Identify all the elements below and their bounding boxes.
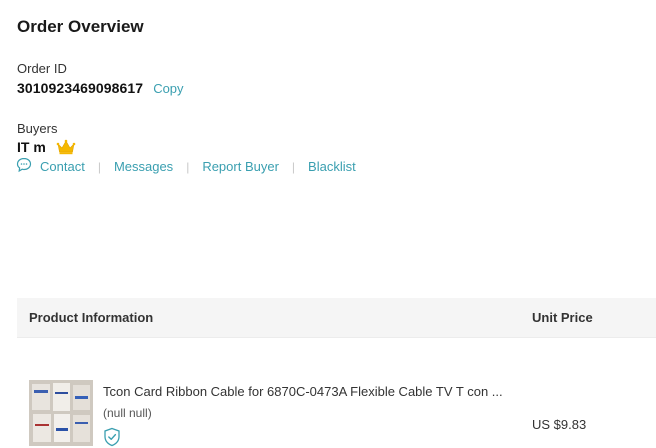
contact-link[interactable]: Contact — [40, 159, 85, 174]
column-header-product: Product Information — [29, 310, 154, 325]
copy-order-id-button[interactable]: Copy — [153, 81, 183, 96]
column-header-unit-price: Unit Price — [532, 310, 593, 325]
shield-check-icon — [103, 427, 121, 447]
order-id-row: 3010923469098617 Copy — [17, 80, 184, 96]
chat-icon — [16, 157, 32, 173]
buyers-label: Buyers — [17, 121, 58, 136]
unit-price: US $9.83 — [532, 417, 587, 432]
order-id-value: 3010923469098617 — [17, 80, 144, 96]
separator: | — [186, 159, 190, 174]
page-title: Order Overview — [17, 17, 144, 36]
separator: | — [291, 159, 296, 174]
blacklist-link[interactable]: Blacklist — [308, 159, 356, 174]
buyer-actions: Contact | Messages | Report Buyer | Blac… — [16, 157, 356, 174]
buyer-row: IT m — [17, 139, 76, 155]
separator: | — [97, 159, 101, 174]
report-buyer-link[interactable]: Report Buyer — [202, 159, 279, 174]
product-table-header: Product Information Unit Price — [17, 298, 656, 338]
messages-link[interactable]: Messages — [114, 159, 173, 174]
table-row: Tcon Card Ribbon Cable for 6870C-0473A F… — [17, 375, 656, 448]
crown-icon — [56, 139, 76, 155]
buyer-name: IT m — [17, 139, 46, 155]
product-title-link[interactable]: Tcon Card Ribbon Cable for 6870C-0473A F… — [103, 384, 503, 399]
product-sku: (null null) — [103, 406, 152, 420]
product-thumbnail[interactable] — [29, 380, 93, 446]
order-id-label: Order ID — [17, 61, 67, 76]
